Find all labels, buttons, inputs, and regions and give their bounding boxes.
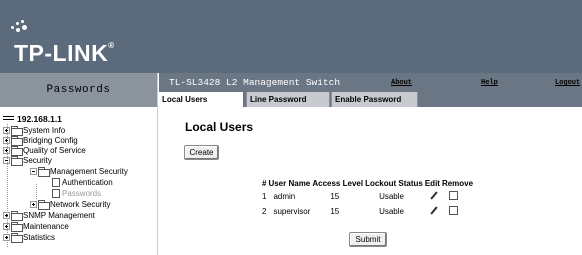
logo-text: TP-LINK <box>14 40 109 66</box>
tab-enable-password[interactable]: Enable Password <box>331 92 418 107</box>
table-row: 1 admin 15 Usable <box>261 189 474 204</box>
tab-label: Line Password <box>250 95 307 104</box>
expand-icon[interactable] <box>30 200 37 208</box>
pencil-icon[interactable] <box>429 191 439 201</box>
row-access-level: 15 <box>330 207 340 216</box>
row-lockout-status: Usable <box>379 192 404 201</box>
tree-guide-line <box>36 184 37 200</box>
collapse-icon[interactable] <box>30 167 37 175</box>
tab-label: Enable Password <box>335 95 402 104</box>
sidebar-root-label: 192.168.1.1 <box>17 114 62 124</box>
local-users-table: # User Name Access Level Lockout Status … <box>261 177 474 219</box>
row-user-name: supervisor <box>273 207 311 216</box>
folder-icon <box>11 146 23 156</box>
folder-icon <box>38 200 50 210</box>
product-name: TL-SL3428 L2 Management Switch <box>169 77 341 88</box>
about-link[interactable]: About <box>391 79 412 87</box>
sidebar-item-label: Maintenance <box>23 221 69 231</box>
folder-icon <box>11 222 23 232</box>
sidebar-item-label: Bridging Config <box>23 135 78 145</box>
folder-icon <box>11 156 23 166</box>
logo-dots-icon <box>11 20 33 36</box>
page-icon <box>52 177 60 187</box>
table-header-row: # User Name Access Level Lockout Status … <box>261 177 474 189</box>
page-title: Local Users <box>185 120 254 134</box>
sidebar-item-network-security[interactable]: Network Security <box>30 199 111 210</box>
expand-icon[interactable] <box>3 222 10 230</box>
sidebar-title-bar: Passwords <box>0 73 158 107</box>
sidebar-item-label: Security <box>23 155 52 165</box>
column-header-remove: Remove <box>441 178 474 188</box>
sidebar-item-management-security[interactable]: Management Security <box>30 166 128 177</box>
tab-label: Local Users <box>162 95 208 104</box>
folder-icon <box>38 167 50 177</box>
logo-registered-mark: ® <box>108 41 115 50</box>
expand-icon[interactable] <box>3 211 10 219</box>
sidebar-item-maintenance[interactable]: Maintenance <box>3 221 69 232</box>
sidebar-item-statistics[interactable]: Statistics <box>3 232 56 243</box>
sidebar-item-security[interactable]: Security <box>3 155 52 166</box>
create-button[interactable]: Create <box>184 145 219 160</box>
help-link[interactable]: Help <box>481 79 498 87</box>
folder-icon <box>11 211 23 221</box>
expand-icon[interactable] <box>3 233 10 241</box>
sidebar-item-label: SNMP Management <box>23 210 95 220</box>
tp-link-logo: TP-LINK® <box>10 18 160 66</box>
remove-checkbox[interactable] <box>448 206 458 215</box>
expand-icon[interactable] <box>3 146 10 154</box>
remove-checkbox[interactable] <box>448 191 458 200</box>
main-content: Local Users Create # User Name Access Le… <box>159 107 582 255</box>
folder-icon <box>11 136 23 146</box>
sidebar-item-label: Network Security <box>50 199 111 209</box>
sidebar-root[interactable]: 192.168.1.1 <box>3 114 62 124</box>
sidebar-item-quality-of-service[interactable]: Quality of Service <box>3 145 86 156</box>
column-header-user-name: User Name <box>268 178 311 188</box>
sidebar-item-label: Management Security <box>50 166 128 176</box>
column-header-lockout-status: Lockout Status <box>365 178 423 188</box>
row-user-name: admin <box>273 192 296 201</box>
sidebar-item-label: System Info <box>23 125 66 135</box>
sidebar-item-label: Statistics <box>23 232 56 242</box>
folder-icon <box>11 233 23 243</box>
sidebar-item-snmp-management[interactable]: SNMP Management <box>3 210 95 221</box>
expand-icon[interactable] <box>3 136 10 144</box>
row-access-level: 15 <box>330 192 340 201</box>
sidebar-item-label: Quality of Service <box>23 145 86 155</box>
sidebar-item-bridging-config[interactable]: Bridging Config <box>3 135 78 146</box>
tab-local-users[interactable]: Local Users <box>159 92 243 107</box>
submit-button[interactable]: Submit <box>349 232 387 247</box>
sidebar-item-label: Passwords <box>62 188 102 198</box>
sidebar-item-passwords[interactable]: Passwords <box>52 188 101 198</box>
page-icon <box>52 188 60 198</box>
column-header-access-level: Access Level <box>312 178 364 188</box>
folder-icon <box>11 126 23 136</box>
pencil-icon[interactable] <box>429 206 439 216</box>
table-row: 2 supervisor 15 Usable <box>261 204 474 219</box>
sidebar-item-authentication[interactable]: Authentication <box>52 177 113 187</box>
logout-link[interactable]: Logout <box>555 79 580 87</box>
tab-bar: Local Users Line Password Enable Passwor… <box>159 92 582 107</box>
top-bar: TL-SL3428 L2 Management Switch About Hel… <box>159 73 582 92</box>
sidebar-title: Passwords <box>46 84 111 96</box>
expand-icon[interactable] <box>3 126 10 134</box>
header-banner: TP-LINK® <box>0 0 582 73</box>
device-icon <box>3 115 15 123</box>
sidebar-tree: 192.168.1.1 System Info Bridging Config … <box>0 107 158 255</box>
collapse-icon[interactable] <box>3 156 10 164</box>
sidebar-item-system-info[interactable]: System Info <box>3 125 66 136</box>
sidebar-item-label: Authentication <box>62 177 113 187</box>
row-lockout-status: Usable <box>379 207 404 216</box>
column-header-edit: Edit <box>424 178 440 188</box>
tab-line-password[interactable]: Line Password <box>246 92 330 107</box>
